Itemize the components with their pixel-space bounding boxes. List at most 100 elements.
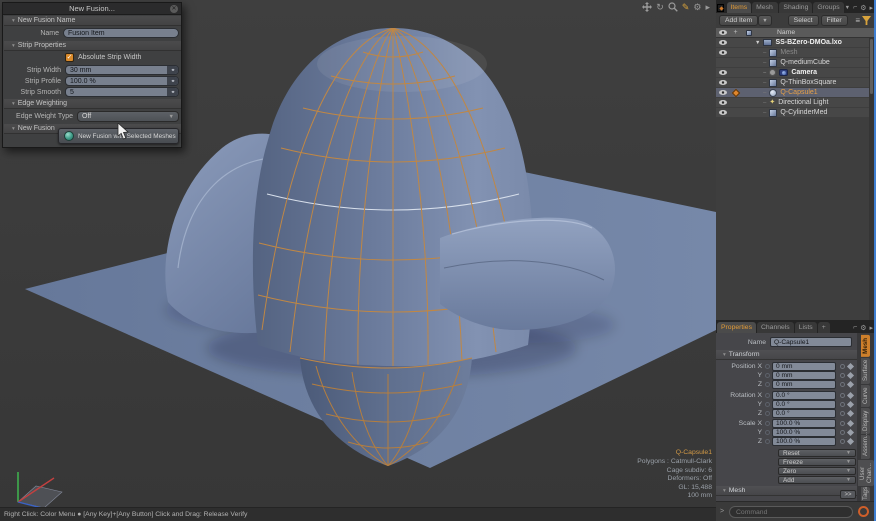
- tab-properties[interactable]: Properties: [717, 322, 756, 333]
- tab-lists[interactable]: Lists: [795, 322, 817, 333]
- strip-profile-field[interactable]: ◂▸: [65, 76, 179, 86]
- add-item-button[interactable]: Add Item: [719, 15, 758, 26]
- chevron-down-icon[interactable]: ▼: [845, 5, 850, 11]
- channel-ring-icon[interactable]: [765, 439, 770, 444]
- channel-ring-icon[interactable]: [765, 364, 770, 369]
- expand-panel-icon[interactable]: ⌐: [853, 4, 857, 11]
- tab-mesh-ops[interactable]: Mesh ...: [752, 2, 778, 13]
- eye-icon[interactable]: [719, 90, 727, 95]
- position-x-field[interactable]: [772, 362, 836, 371]
- close-icon[interactable]: ✕: [170, 5, 178, 13]
- record-circle-icon[interactable]: [858, 506, 869, 517]
- channel-state-icon[interactable]: [840, 411, 845, 416]
- eye-icon[interactable]: [719, 50, 727, 55]
- channel-state-icon[interactable]: [840, 373, 845, 378]
- caret-right-icon[interactable]: ▸: [705, 2, 710, 12]
- strip-smooth-field[interactable]: ◂▸: [65, 87, 179, 97]
- select-button[interactable]: Select: [788, 15, 819, 26]
- rotation-x-field[interactable]: [772, 391, 836, 400]
- eye-icon[interactable]: [719, 40, 727, 45]
- add-button[interactable]: Add▼: [778, 476, 856, 484]
- tree-row-mediumcube[interactable]: –Q-mediumCube: [716, 58, 869, 68]
- panel-thumb-icon[interactable]: [717, 4, 724, 12]
- gear-icon[interactable]: ⚙: [860, 324, 866, 332]
- add-item-dropdown-icon[interactable]: ▼: [758, 15, 771, 26]
- command-input[interactable]: [729, 506, 853, 518]
- channel-ring-icon[interactable]: [765, 393, 770, 398]
- pin-column-icon[interactable]: +: [733, 29, 737, 36]
- rotation-y-field[interactable]: [772, 400, 836, 409]
- channel-state-icon[interactable]: [840, 364, 845, 369]
- tab-items[interactable]: Items: [727, 2, 752, 13]
- item-name-field[interactable]: [770, 337, 852, 347]
- section-edge-weighting[interactable]: ▾Edge Weighting: [4, 99, 181, 109]
- channel-state-icon[interactable]: [840, 393, 845, 398]
- rotate-icon[interactable]: ↻: [656, 2, 664, 12]
- tree-row-camera[interactable]: –Camera: [716, 68, 869, 78]
- strip-smooth-input[interactable]: [66, 89, 167, 96]
- pen-icon[interactable]: ✎: [682, 2, 690, 12]
- tree-row-capsule1-selected[interactable]: –Q-Capsule1: [716, 88, 869, 98]
- pan-icon[interactable]: [642, 2, 652, 12]
- filter-button[interactable]: Filter: [821, 15, 848, 26]
- channel-state-icon[interactable]: [840, 382, 845, 387]
- gear-icon[interactable]: ⚙: [860, 4, 866, 12]
- position-y-field[interactable]: [772, 371, 836, 380]
- collapse-triangle-icon[interactable]: ▾: [12, 126, 15, 132]
- side-tab-display[interactable]: Display: [861, 408, 870, 434]
- zoom-icon[interactable]: [668, 2, 678, 12]
- render-column-icon[interactable]: [746, 30, 752, 36]
- visibility-column-eye-icon[interactable]: [719, 30, 727, 35]
- strip-width-field[interactable]: ◂▸: [65, 65, 179, 75]
- section-new-fusion-name[interactable]: ▾New Fusion Name: [4, 16, 181, 26]
- scale-y-field[interactable]: [772, 428, 836, 437]
- pin-icon[interactable]: [731, 88, 739, 96]
- collapse-triangle-icon[interactable]: ▾: [12, 18, 15, 24]
- channel-ring-icon[interactable]: [765, 421, 770, 426]
- rotation-z-field[interactable]: [772, 409, 836, 418]
- zero-button[interactable]: Zero▼: [778, 467, 856, 475]
- stepper-arrows-icon[interactable]: ◂▸: [167, 88, 178, 96]
- side-tab-assembly[interactable]: Assem...: [861, 435, 870, 459]
- tab-channels[interactable]: Channels: [757, 322, 794, 333]
- checkbox-checked-icon[interactable]: ✓: [65, 53, 74, 62]
- eye-icon[interactable]: [719, 70, 727, 75]
- tree-row-mesh[interactable]: –Mesh: [716, 48, 869, 58]
- strip-width-input[interactable]: [66, 67, 167, 74]
- tree-row-thinboxsquare[interactable]: –Q-ThinBoxSquare: [716, 78, 869, 88]
- channel-ring-icon[interactable]: [765, 402, 770, 407]
- list-options-icon[interactable]: ≡: [855, 16, 860, 25]
- caret-right-icon[interactable]: ▸: [869, 4, 873, 12]
- position-z-field[interactable]: [772, 380, 836, 389]
- tree-row-scene[interactable]: ▼SS-BZero-DMOa.lxo: [716, 38, 869, 48]
- eye-icon[interactable]: [719, 110, 727, 115]
- caret-right-icon[interactable]: ▸: [869, 324, 873, 332]
- dialog-title[interactable]: New Fusion...: [3, 3, 181, 15]
- channel-ring-icon[interactable]: [765, 373, 770, 378]
- transform-section-header[interactable]: ▾Transform: [716, 350, 857, 360]
- eye-icon[interactable]: [719, 80, 727, 85]
- collapse-triangle-icon[interactable]: ▾: [723, 488, 726, 494]
- stepper-arrows-icon[interactable]: ◂▸: [167, 66, 178, 74]
- collapse-triangle-icon[interactable]: ▾: [12, 101, 15, 107]
- side-tab-mesh[interactable]: Mesh: [861, 335, 870, 357]
- side-tab-surface[interactable]: Surface: [861, 358, 870, 384]
- section-strip-properties[interactable]: ▾Strip Properties: [4, 41, 181, 51]
- scale-z-field[interactable]: [772, 437, 836, 446]
- side-tab-user-channels[interactable]: User Chan...: [858, 460, 874, 486]
- channel-ring-icon[interactable]: [765, 430, 770, 435]
- name-column-header[interactable]: Name: [755, 29, 795, 36]
- channel-state-icon[interactable]: [840, 430, 845, 435]
- stepper-arrows-icon[interactable]: ◂▸: [167, 77, 178, 85]
- side-tab-curve[interactable]: Curve: [861, 385, 870, 407]
- strip-profile-input[interactable]: [66, 78, 167, 85]
- funnel-filter-icon[interactable]: [862, 16, 871, 25]
- reset-button[interactable]: Reset▼: [778, 449, 856, 457]
- expand-triangle-icon[interactable]: ▼: [755, 40, 760, 46]
- tree-row-cylindermed[interactable]: –Q-CylinderMed: [716, 108, 869, 118]
- tab-shading[interactable]: Shading: [779, 2, 812, 13]
- fusion-name-field[interactable]: [63, 28, 179, 38]
- channel-ring-icon[interactable]: [765, 382, 770, 387]
- channel-ring-icon[interactable]: [765, 411, 770, 416]
- mesh-section-header[interactable]: ▾Mesh: [716, 486, 857, 496]
